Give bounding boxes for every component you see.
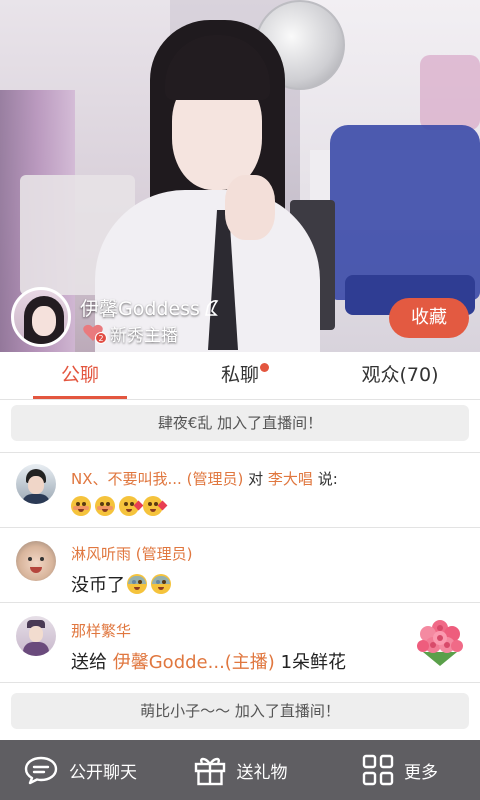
user-avatar[interactable] [16, 616, 56, 656]
video-background [420, 55, 480, 130]
username[interactable]: 那样繁华 [71, 622, 131, 640]
anchor-name-text: 伊馨Goddess [80, 298, 200, 320]
said-word: 说: [317, 470, 338, 488]
message-body: 送给 伊馨Godde...(主播) 1朵鲜花 [71, 648, 346, 674]
message-header: 那样繁华 [71, 620, 131, 641]
tab-audience[interactable]: 观众(70) [320, 352, 480, 399]
user-avatar[interactable] [16, 541, 56, 581]
level-heart-icon: 2 [82, 323, 107, 344]
sweat-emoji-icon [151, 574, 171, 594]
anchor-name: 伊馨Goddess [80, 294, 219, 321]
sweat-emoji-icon [127, 574, 147, 594]
favorite-button[interactable]: 收藏 [389, 298, 469, 338]
divider [0, 682, 480, 683]
grid-icon [362, 754, 394, 786]
public-chat-button[interactable]: 公开聊天 [0, 755, 160, 785]
anchor-avatar[interactable] [11, 287, 71, 347]
unread-dot [260, 363, 269, 372]
user-role: (管理员) [186, 470, 244, 488]
streamer [225, 175, 275, 240]
send-gift-label: 送礼物 [236, 762, 288, 783]
gift-icon [194, 757, 225, 786]
chat-message: 淋风听雨 (管理员) 没币了 [0, 527, 480, 602]
public-chat-label: 公开聊天 [69, 762, 137, 783]
level-label: 新秀主播 [110, 325, 178, 346]
chat-message: NX、不要叫我... (管理员) 对 李大唱 说: [0, 452, 480, 527]
gift-target[interactable]: 伊馨Godde...(主播) [113, 648, 275, 674]
anchor-level: 2 新秀主播 [82, 322, 178, 346]
flushed-emoji-icon [71, 496, 91, 516]
live-video[interactable]: 伊馨Goddess 2 新秀主播 收藏 [0, 0, 480, 352]
target-username[interactable]: 李大唱 [268, 470, 313, 488]
username[interactable]: NX、不要叫我... [71, 470, 182, 488]
kiss-emoji-icon [119, 496, 144, 516]
chat-tabs: 公聊 私聊 观众(70) [0, 352, 480, 400]
message-text: 没币了 [71, 575, 125, 596]
video-background [330, 125, 480, 300]
bottom-toolbar: 公开聊天 送礼物 更多 [0, 740, 480, 800]
user-role: (管理员) [135, 545, 193, 563]
system-message: 肆夜€乱 加入了直播间！ [11, 405, 469, 441]
more-button[interactable]: 更多 [320, 754, 480, 786]
tab-private-chat[interactable]: 私聊 [160, 352, 320, 399]
more-label: 更多 [404, 762, 438, 783]
tab-public-chat[interactable]: 公聊 [0, 352, 160, 399]
rose-bouquet-icon [417, 620, 463, 666]
send-gift-button[interactable]: 送礼物 [160, 754, 320, 786]
user-avatar[interactable] [16, 464, 56, 504]
level-number: 2 [95, 332, 107, 344]
high-heel-icon [204, 300, 219, 316]
gift-message: 那样繁华 送给 伊馨Godde...(主播) 1朵鲜花 [0, 602, 480, 682]
kiss-emoji-icon [143, 496, 168, 516]
chat-list[interactable]: 肆夜€乱 加入了直播间！ NX、不要叫我... (管理员) 对 李大唱 说: 淋… [0, 400, 480, 740]
to-word: 对 [248, 470, 264, 488]
system-message: 萌比小子～～ 加入了直播间！ [11, 693, 469, 729]
message-body [71, 496, 168, 516]
chat-bubble-icon [24, 756, 58, 785]
gift-item: 1朵鲜花 [280, 652, 347, 673]
gift-prefix: 送给 [71, 652, 107, 673]
flushed-emoji-icon [95, 496, 115, 516]
message-header: NX、不要叫我... (管理员) 对 李大唱 说: [71, 468, 338, 489]
username[interactable]: 淋风听雨 [71, 545, 131, 563]
message-body: 没币了 [71, 571, 175, 597]
message-header: 淋风听雨 (管理员) [71, 543, 193, 564]
